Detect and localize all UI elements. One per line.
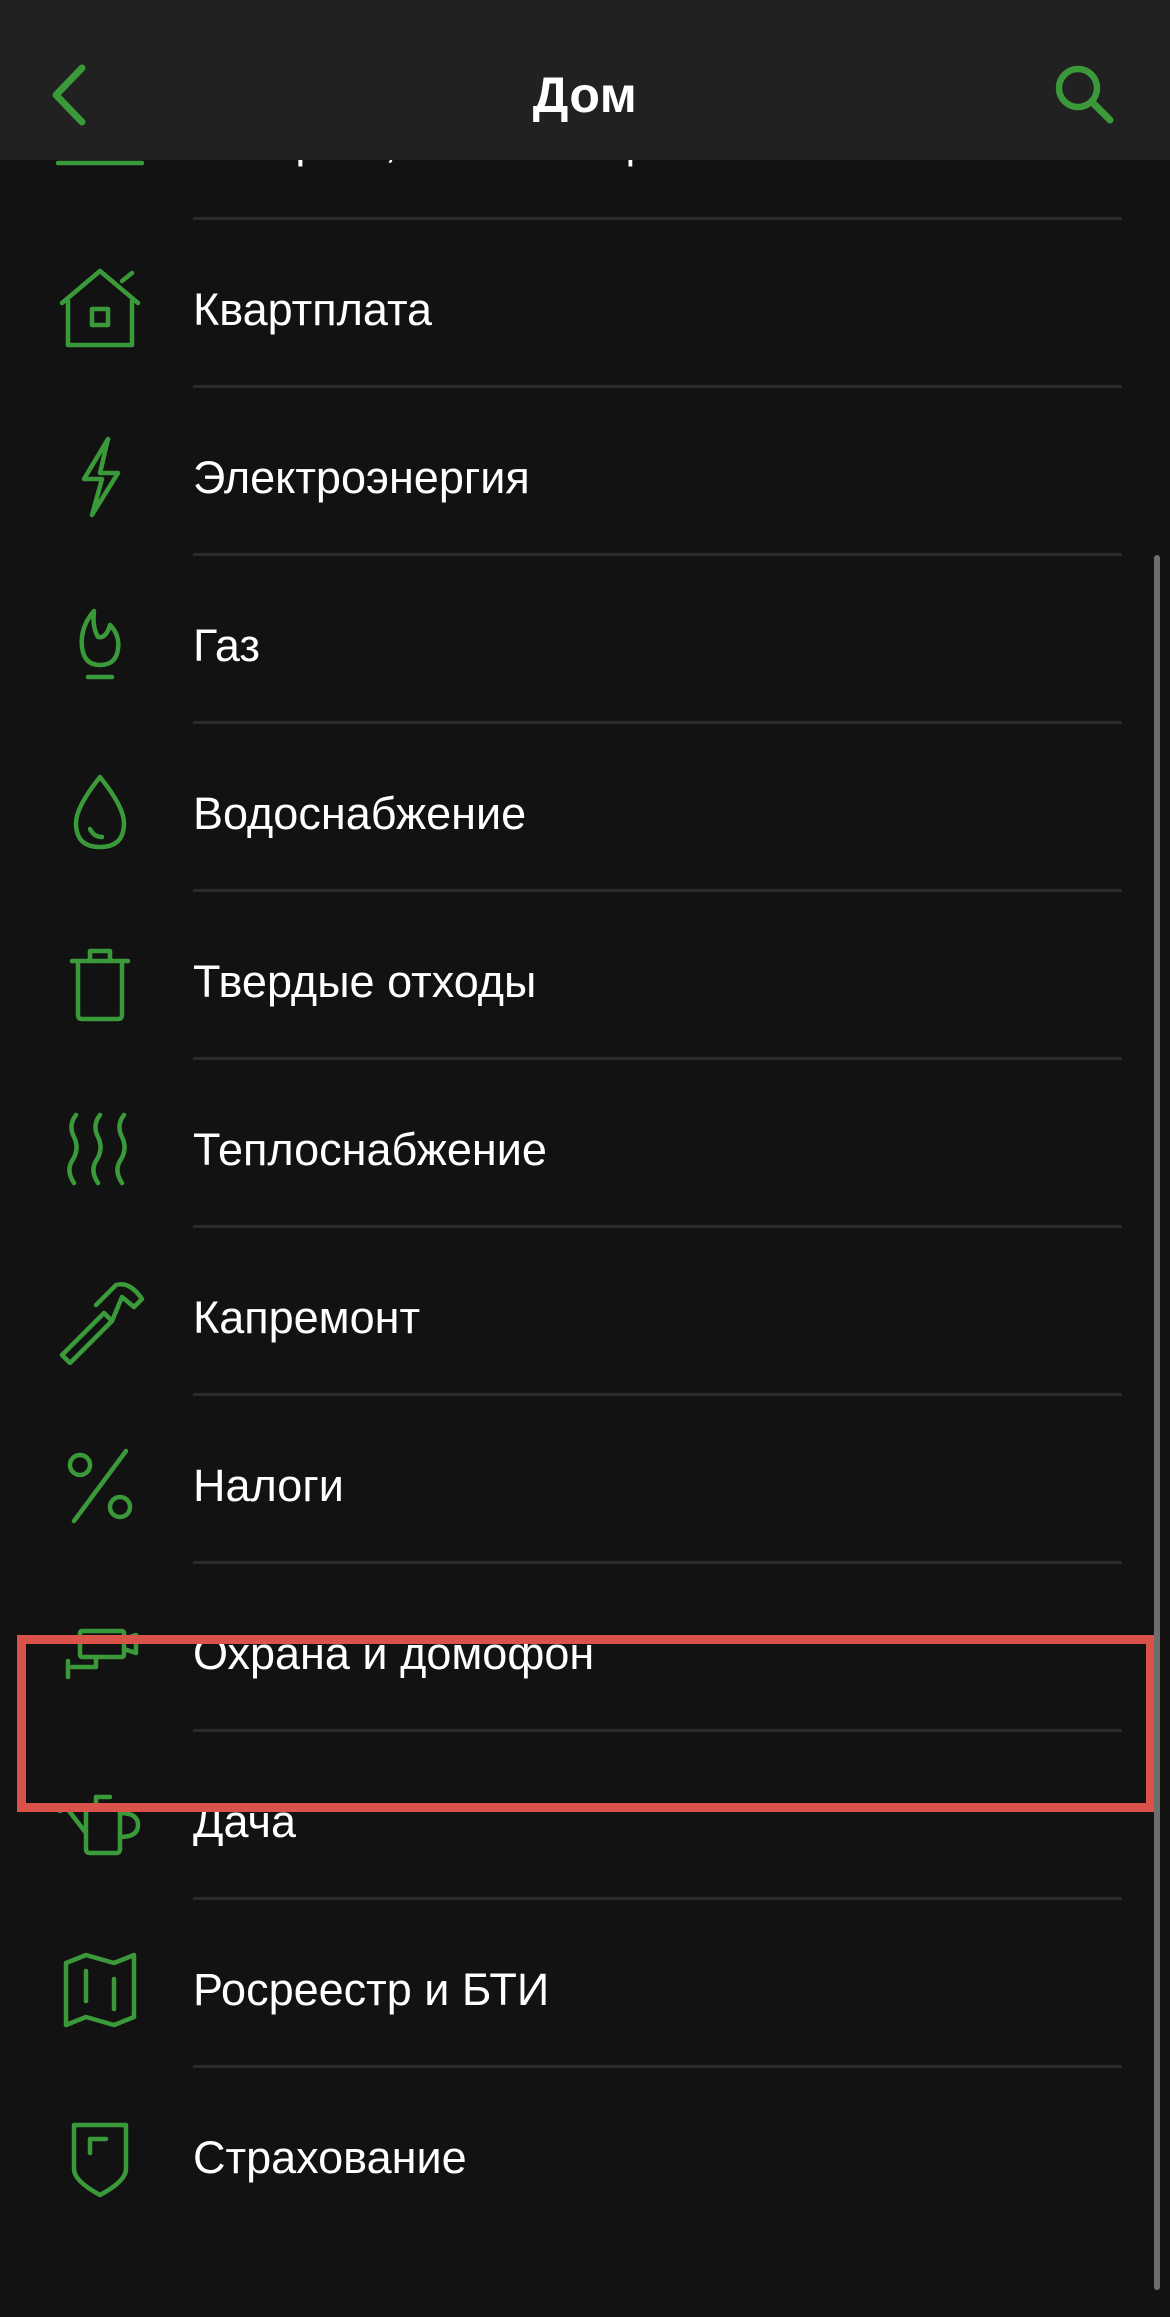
list-item-electricity[interactable]: Электроэнергия: [0, 388, 1170, 556]
house-icon: [59, 268, 141, 348]
category-list: Интернет, ТВ и телефония Квартплата Элек…: [0, 52, 1170, 2236]
scrollbar[interactable]: [1154, 555, 1160, 2290]
item-label: Росреестр и БТИ: [193, 1964, 550, 2015]
trash-can-icon: [69, 948, 131, 1022]
list-item-rosreestr[interactable]: Росреестр и БТИ: [0, 1900, 1170, 2068]
item-label: Квартплата: [193, 284, 433, 335]
item-label: Налоги: [193, 1460, 344, 1511]
water-drop-icon: [73, 774, 127, 850]
hammer-icon: [59, 1282, 145, 1365]
item-label: Страхование: [193, 2132, 467, 2183]
list-item-heating[interactable]: Теплоснабжение: [0, 1060, 1170, 1228]
lightning-icon: [81, 436, 121, 518]
security-camera-icon: [65, 1628, 139, 1680]
list-item-rent[interactable]: Квартплата: [0, 220, 1170, 388]
gas-flame-icon: [79, 608, 121, 680]
list-item-dacha[interactable]: Дача: [0, 1732, 1170, 1900]
list-item-repair[interactable]: Капремонт: [0, 1228, 1170, 1396]
item-label: Газ: [193, 620, 260, 671]
item-label: Водоснабжение: [193, 788, 527, 839]
list-item-gas[interactable]: Газ: [0, 556, 1170, 724]
list-item-insurance[interactable]: Страхование: [0, 2068, 1170, 2236]
item-label: Охрана и домофон: [193, 1628, 595, 1679]
item-label: Теплоснабжение: [193, 1124, 547, 1175]
percent-icon: [67, 1448, 133, 1524]
item-label: Электроэнергия: [193, 452, 530, 503]
item-label: Капремонт: [193, 1292, 421, 1343]
list-item-water[interactable]: Водоснабжение: [0, 724, 1170, 892]
heat-waves-icon: [67, 1112, 127, 1186]
top-bar: Дом: [0, 0, 1170, 160]
list-item-waste[interactable]: Твердые отходы: [0, 892, 1170, 1060]
item-label: Твердые отходы: [193, 956, 537, 1007]
map-icon: [63, 1952, 137, 2028]
search-button[interactable]: [1045, 55, 1125, 135]
page-title: Дом: [532, 67, 638, 123]
shield-icon: [71, 2122, 129, 2198]
item-label: Дача: [193, 1796, 296, 1847]
list-item-taxes[interactable]: Налоги: [0, 1396, 1170, 1564]
watering-can-icon: [57, 1794, 141, 1856]
search-icon: [1055, 65, 1114, 124]
list-item-security[interactable]: Охрана и домофон: [0, 1564, 1170, 1732]
